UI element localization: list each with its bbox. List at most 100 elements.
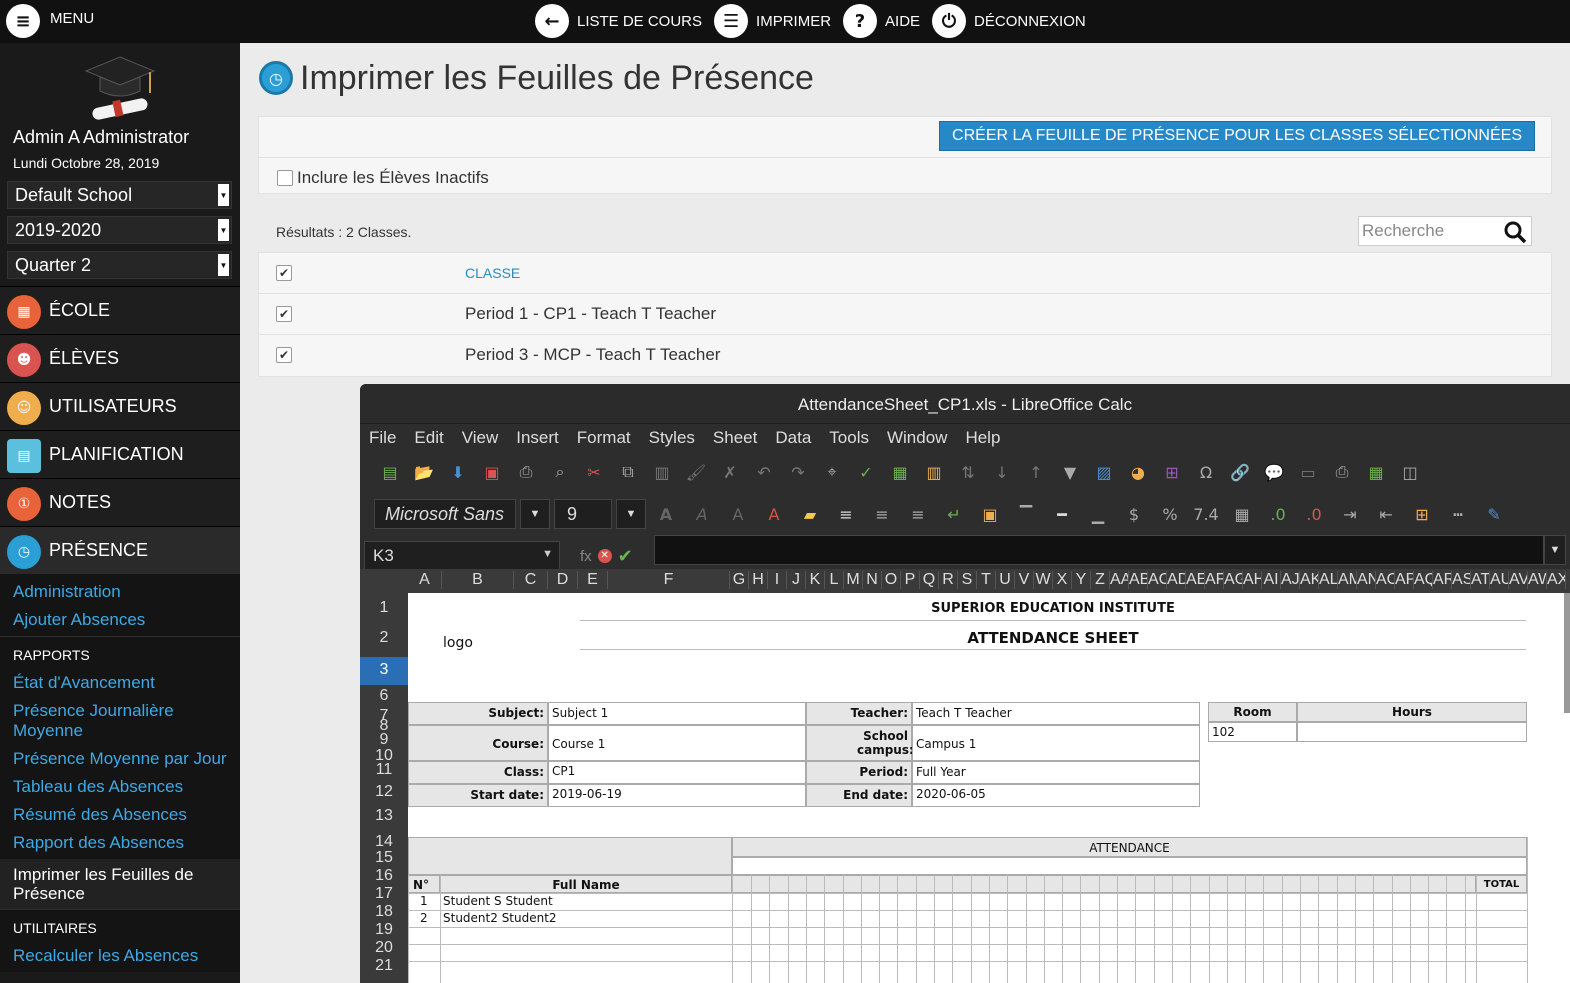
select-all-checkbox[interactable]: ✔ — [276, 265, 292, 281]
column-header[interactable]: AR — [1433, 571, 1452, 589]
row-header[interactable]: 16 — [360, 867, 408, 885]
column-header[interactable]: P — [901, 571, 920, 589]
row-header[interactable]: 2 — [360, 629, 408, 647]
special-character-icon[interactable]: Ω — [1190, 458, 1222, 486]
create-attendance-sheet-button[interactable]: CRÉER LA FEUILLE DE PRÉSENCE POUR LES CL… — [939, 121, 1535, 151]
align-top-icon[interactable]: ▔ — [1010, 500, 1042, 528]
find-replace-icon[interactable]: ⌖ — [816, 458, 848, 486]
sidebar-item-planification[interactable]: ▤ PLANIFICATION — [0, 430, 240, 478]
new-document-icon[interactable]: ▤ — [374, 458, 406, 486]
row-header[interactable]: 17 — [360, 885, 408, 903]
chevron-down-icon[interactable]: ▼ — [616, 499, 646, 529]
column-header[interactable]: AP — [1395, 571, 1414, 589]
logout-button[interactable]: ⏻ DÉCONNEXION — [932, 4, 1086, 38]
export-pdf-icon[interactable]: ▣ — [476, 458, 508, 486]
add-decimal-icon[interactable]: .0 — [1262, 500, 1294, 528]
column-header[interactable]: AV — [1509, 571, 1528, 589]
column-header[interactable]: AJ — [1281, 571, 1300, 589]
font-size-box[interactable]: 9 — [554, 499, 612, 529]
column-header[interactable]: Q — [920, 571, 939, 589]
currency-icon[interactable]: $ — [1118, 500, 1150, 528]
column-header[interactable]: F — [608, 571, 730, 589]
menu-insert[interactable]: Insert — [516, 428, 559, 448]
align-right-icon[interactable]: ≡ — [902, 500, 934, 528]
paste-icon[interactable]: ▥ — [646, 458, 678, 486]
column-header[interactable]: V — [1015, 571, 1034, 589]
course-list-button[interactable]: ← LISTE DE COURS — [535, 4, 702, 38]
font-name-box[interactable]: Microsoft Sans — [374, 499, 516, 529]
row-header[interactable]: 15 — [360, 849, 408, 867]
redo-icon[interactable]: ↷ — [782, 458, 814, 486]
column-header[interactable]: K — [806, 571, 825, 589]
expand-formula-bar-icon[interactable]: ▼ — [1544, 535, 1566, 565]
column-icon[interactable]: ▥ — [918, 458, 950, 486]
menu-help[interactable]: Help — [965, 428, 1000, 448]
number-format-icon[interactable]: 7.4 — [1190, 500, 1222, 528]
bold-icon[interactable]: A — [650, 500, 682, 528]
sort-icon[interactable]: ⇅ — [952, 458, 984, 486]
column-header[interactable]: AE — [1186, 571, 1205, 589]
row-header[interactable]: 18 — [360, 903, 408, 921]
row-checkbox[interactable]: ✔ — [276, 347, 292, 363]
include-inactive-checkbox[interactable] — [277, 170, 293, 186]
row-header[interactable]: 20 — [360, 939, 408, 957]
freeze-rows-icon[interactable]: ▦ — [1360, 458, 1392, 486]
print-button[interactable]: ☰ IMPRIMER — [714, 4, 831, 38]
border-style-icon[interactable]: ┅ — [1442, 500, 1474, 528]
comment-icon[interactable]: 💬 — [1258, 458, 1290, 486]
merge-cells-icon[interactable]: ▣ — [974, 500, 1006, 528]
print-icon[interactable]: ⎙ — [510, 458, 542, 486]
column-header[interactable]: B — [442, 571, 514, 589]
search-icon[interactable] — [1503, 220, 1527, 244]
underline-icon[interactable]: A — [722, 500, 754, 528]
column-header-classe[interactable]: CLASSE — [465, 265, 520, 281]
vertical-scrollbar[interactable] — [1564, 593, 1570, 713]
italic-icon[interactable]: A — [686, 500, 718, 528]
menu-view[interactable]: View — [462, 428, 499, 448]
menu-edit[interactable]: Edit — [414, 428, 443, 448]
column-header[interactable]: O — [882, 571, 901, 589]
column-header[interactable]: W — [1034, 571, 1053, 589]
align-middle-icon[interactable]: ━ — [1046, 500, 1078, 528]
accept-icon[interactable]: ✔ — [618, 546, 633, 567]
column-header[interactable]: Y — [1072, 571, 1091, 589]
row-header[interactable]: 3 — [360, 657, 408, 685]
column-header[interactable]: AS — [1452, 571, 1471, 589]
column-header[interactable]: T — [977, 571, 996, 589]
define-print-area-icon[interactable]: ⎙ — [1326, 458, 1358, 486]
font-color-icon[interactable]: A — [758, 500, 790, 528]
pivot-table-icon[interactable]: ⊞ — [1156, 458, 1188, 486]
column-header[interactable]: AK — [1300, 571, 1319, 589]
column-header[interactable]: I — [768, 571, 787, 589]
sidebar-link-tableau-absences[interactable]: Tableau des Absences — [0, 775, 240, 803]
sidebar-link-presence-moyenne[interactable]: Présence Moyenne par Jour — [0, 747, 240, 775]
column-header[interactable]: AL — [1319, 571, 1338, 589]
menu-tools[interactable]: Tools — [829, 428, 869, 448]
column-header[interactable]: AW — [1528, 571, 1547, 589]
sidebar-link-presence-journaliere[interactable]: Présence Journalière Moyenne — [0, 699, 240, 747]
autofilter-icon[interactable]: ▼ — [1054, 458, 1086, 486]
row-header[interactable]: 11 — [360, 761, 408, 779]
delete-decimal-icon[interactable]: .0 — [1298, 500, 1330, 528]
column-header[interactable]: E — [578, 571, 608, 589]
quarter-select[interactable]: Quarter 2 ▼ — [7, 251, 232, 279]
column-header[interactable]: G — [730, 571, 749, 589]
column-header[interactable]: AG — [1224, 571, 1243, 589]
sidebar-link-administration[interactable]: Administration — [0, 580, 240, 608]
row-header[interactable]: 21 — [360, 957, 408, 975]
cancel-icon[interactable]: ✕ — [597, 549, 612, 563]
column-header[interactable]: L — [825, 571, 844, 589]
menu-styles[interactable]: Styles — [649, 428, 695, 448]
align-center-icon[interactable]: ≡ — [866, 500, 898, 528]
column-header[interactable]: AH — [1243, 571, 1262, 589]
menu-window[interactable]: Window — [887, 428, 947, 448]
align-bottom-icon[interactable]: ▁ — [1082, 500, 1114, 528]
menu-sheet[interactable]: Sheet — [713, 428, 757, 448]
row-header[interactable]: 6 — [360, 687, 408, 705]
split-window-icon[interactable]: ◫ — [1394, 458, 1426, 486]
formula-input[interactable] — [654, 535, 1544, 565]
column-header[interactable]: AC — [1148, 571, 1167, 589]
save-icon[interactable]: ⬇ — [442, 458, 474, 486]
column-header[interactable]: AB — [1129, 571, 1148, 589]
spreadsheet[interactable]: ABCDEFGHIJKLMNOPQRSTUVWXYZAAABACADAEAFAG… — [360, 569, 1570, 983]
